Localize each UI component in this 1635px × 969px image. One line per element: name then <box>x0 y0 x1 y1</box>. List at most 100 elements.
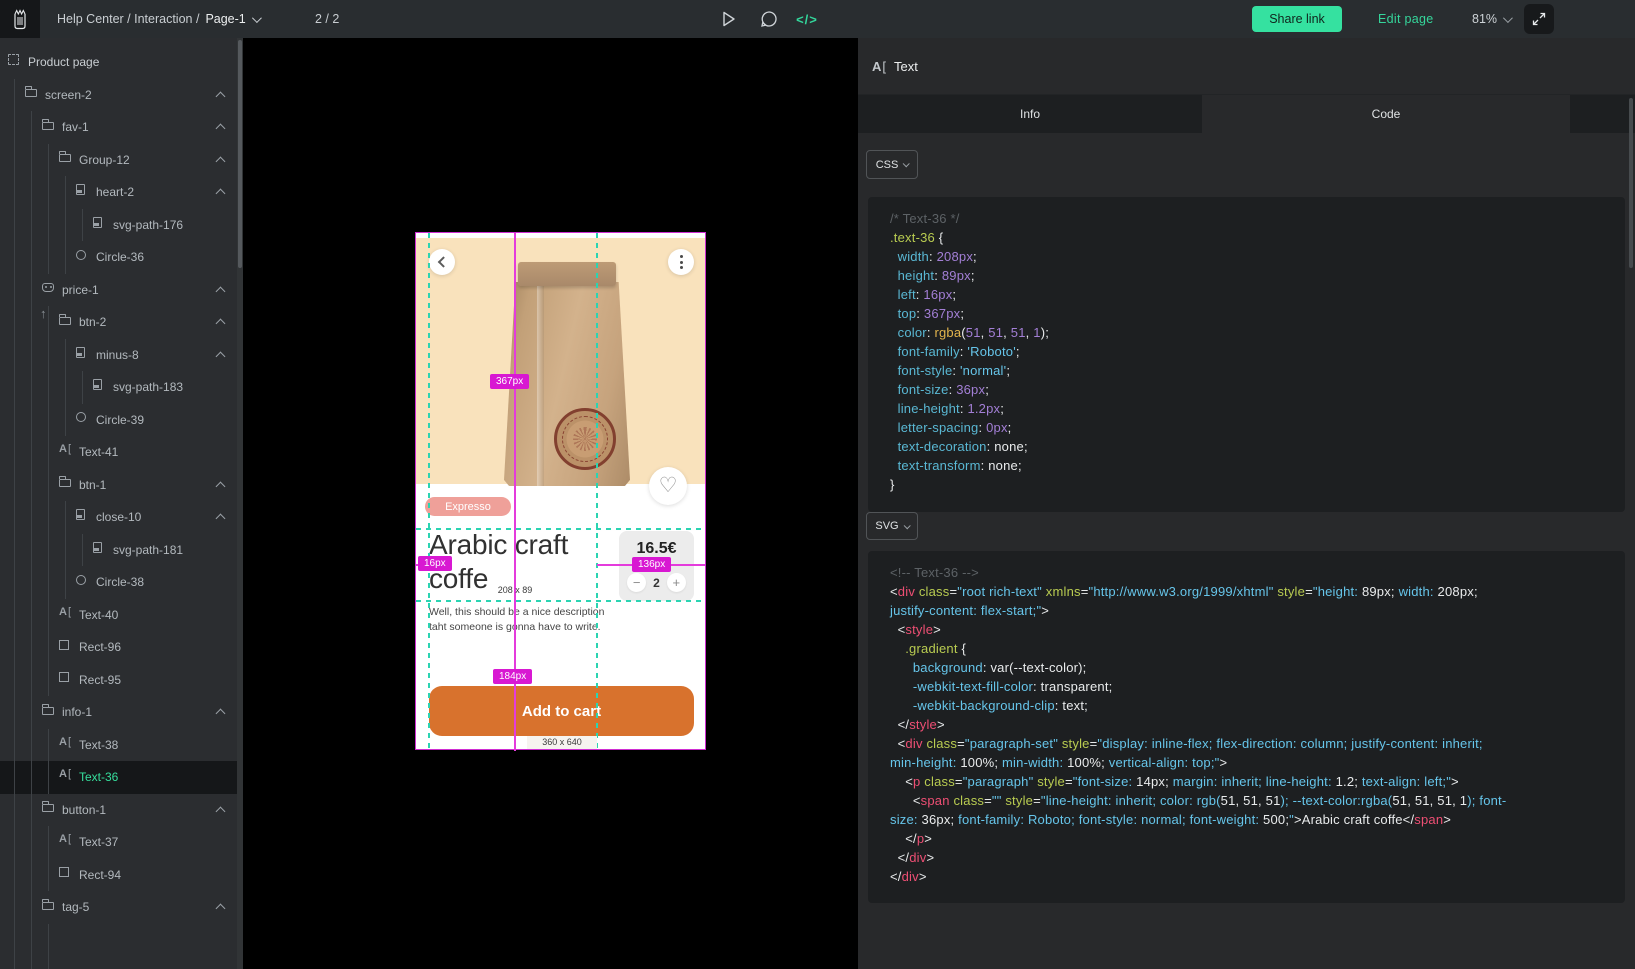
edit-page-link[interactable]: Edit page <box>1378 0 1434 38</box>
tab-code[interactable]: Code <box>1202 95 1570 133</box>
design-canvas[interactable]: ♡ Expresso Arabic craft coffe 208 x 89 W… <box>243 38 858 969</box>
svg-icon <box>93 217 102 228</box>
chevron-up-icon[interactable] <box>216 904 226 914</box>
tree-item-btn-1[interactable]: btn-1 <box>0 469 237 502</box>
tree-guide-line <box>31 111 32 144</box>
app-logo[interactable] <box>0 0 40 38</box>
tree-item-heart-2[interactable]: heart-2 <box>0 176 237 209</box>
code-line: .text-36 { <box>890 228 1603 247</box>
chevron-up-icon[interactable] <box>216 709 226 719</box>
tree-guide-line <box>31 859 32 892</box>
tree-guide-line <box>48 924 49 969</box>
bag-logo-icon <box>10 7 30 31</box>
mockup-frame[interactable]: ♡ Expresso Arabic craft coffe 208 x 89 W… <box>415 232 706 750</box>
tree-guide-line <box>14 501 15 534</box>
chevron-up-icon[interactable] <box>216 514 226 524</box>
tree-item-rect-95[interactable]: Rect-95 <box>0 664 237 697</box>
play-icon <box>722 11 736 27</box>
tree-guide-line <box>82 371 83 404</box>
css-code-block[interactable]: /* Text-36 */.text-36 { width: 208px; he… <box>868 197 1625 512</box>
svg-code-block[interactable]: <!-- Text-36 --><div class="root rich-te… <box>868 551 1625 903</box>
chevron-up-icon[interactable] <box>216 124 226 134</box>
tree-item-fav-1[interactable]: fav-1 <box>0 111 237 144</box>
tree-guide-line <box>14 469 15 502</box>
panel-scrollbar-thumb[interactable] <box>1629 98 1633 268</box>
code-line: size: 36px; font-family: Roboto; font-st… <box>890 810 1603 829</box>
tree-item-tag-5[interactable]: tag-5 <box>0 891 237 924</box>
tree-item-button-1[interactable]: button-1 <box>0 794 237 827</box>
tree-item-circle-36[interactable]: Circle-36 <box>0 241 237 274</box>
svg-language-dropdown[interactable]: SVG <box>866 512 918 540</box>
tree-item-text-38[interactable]: AText-38 <box>0 729 237 762</box>
fullscreen-button[interactable] <box>1524 4 1554 34</box>
tree-item-close-10[interactable]: close-10 <box>0 501 237 534</box>
tree-guide-line <box>14 891 15 924</box>
tree-item-minus-8[interactable]: minus-8 <box>0 339 237 372</box>
chevron-up-icon[interactable] <box>216 189 226 199</box>
code-line: min-height: 100%; min-width: 100%; verti… <box>890 753 1603 772</box>
tree-item-text-40[interactable]: AText-40 <box>0 599 237 632</box>
tree-item-info-1[interactable]: info-1 <box>0 696 237 729</box>
share-link-button[interactable]: Share link <box>1252 6 1342 32</box>
tree-item-price-1[interactable]: price-1 <box>0 274 237 307</box>
tree-item-circle-38[interactable]: Circle-38 <box>0 566 237 599</box>
text-icon: A <box>59 834 71 845</box>
sidebar-scrollbar[interactable] <box>237 38 243 969</box>
tree-item-btn-2[interactable]: btn-2 <box>0 306 237 339</box>
scrollbar-thumb[interactable] <box>238 40 242 268</box>
plus-button[interactable]: + <box>667 573 686 592</box>
tab-info[interactable]: Info <box>858 95 1202 133</box>
tree-item-rect-96[interactable]: Rect-96 <box>0 631 237 664</box>
tree-item-label: close-10 <box>96 510 141 524</box>
circle-icon <box>76 250 86 260</box>
tree-item-rect-94[interactable]: Rect-94 <box>0 859 237 892</box>
chevron-up-icon[interactable] <box>216 319 226 329</box>
chevron-down-icon <box>252 13 262 23</box>
tree-item-svg-path-181[interactable]: svg-path-181 <box>0 534 237 567</box>
tree-guide-line <box>31 891 32 924</box>
add-to-cart-button[interactable]: Add to cart <box>429 686 694 736</box>
back-button[interactable] <box>429 249 455 275</box>
tree-guide-line <box>14 371 15 404</box>
tree-item-product page[interactable]: Product page <box>0 46 237 79</box>
tree-guide-line <box>14 274 15 307</box>
tree-guide-line <box>65 339 66 372</box>
css-language-dropdown[interactable]: CSS <box>866 150 918 179</box>
chevron-up-icon[interactable] <box>216 156 226 166</box>
tree-item-group-12[interactable]: Group-12 <box>0 144 237 177</box>
tree-item-text-37[interactable]: AText-37 <box>0 826 237 859</box>
measurement-badge-right: 136px <box>632 557 671 572</box>
chevron-up-icon[interactable] <box>216 806 226 816</box>
tree-guide-line <box>65 241 66 274</box>
tree-item-label: Circle-38 <box>96 575 144 589</box>
chevron-up-icon[interactable] <box>216 286 226 296</box>
comment-button[interactable] <box>754 0 784 38</box>
chevron-up-icon[interactable] <box>216 481 226 491</box>
tree-item-svg-path-176[interactable]: svg-path-176 <box>0 209 237 242</box>
chevron-up-icon[interactable] <box>216 351 226 361</box>
tree-guide-line <box>14 306 15 339</box>
tree-guide-line <box>48 371 49 404</box>
play-button[interactable] <box>714 0 744 38</box>
mask-icon <box>42 283 54 292</box>
tree-item-circle-39[interactable]: Circle-39 <box>0 404 237 437</box>
tree-item-svg-path-183[interactable]: svg-path-183 <box>0 371 237 404</box>
favorite-button[interactable]: ♡ <box>649 467 687 505</box>
code-panel-toggle[interactable]: </> <box>792 0 822 38</box>
tree-item-label: tag-5 <box>62 900 89 914</box>
tree-item-text-41[interactable]: AText-41 <box>0 436 237 469</box>
code-line: -webkit-text-fill-color: transparent; <box>890 677 1603 696</box>
chevron-up-icon[interactable] <box>216 91 226 101</box>
breadcrumb[interactable]: Help Center / Interaction / Page-1 <box>57 0 259 38</box>
tree-item-screen-2[interactable]: screen-2 <box>0 79 237 112</box>
zoom-level-control[interactable]: 81% <box>1472 0 1510 38</box>
tree-item-label: Rect-95 <box>79 673 121 687</box>
tree-item-text-36[interactable]: AText-36 <box>0 761 237 794</box>
kebab-menu-button[interactable] <box>668 249 694 275</box>
chevron-down-icon <box>903 522 910 529</box>
coffee-bag-fold <box>518 262 616 286</box>
measurement-badge-top: 367px <box>490 374 529 389</box>
tree-item-label: screen-2 <box>45 88 92 102</box>
minus-button[interactable]: − <box>627 573 646 592</box>
tree-guide-line <box>14 566 15 599</box>
